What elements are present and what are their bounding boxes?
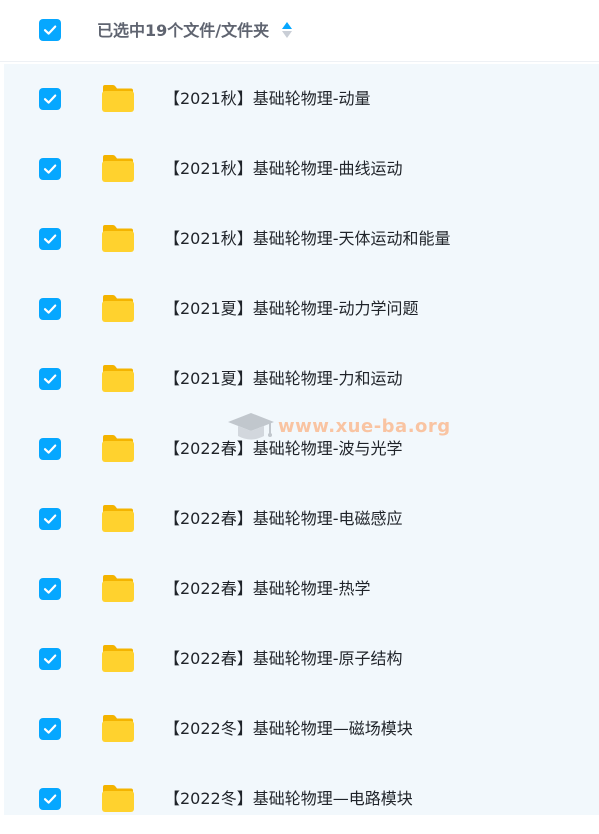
select-all-checkbox[interactable] xyxy=(39,19,61,41)
file-row[interactable]: 【2022春】基础轮物理-电磁感应 xyxy=(4,484,599,554)
file-checkbox[interactable] xyxy=(39,368,61,390)
file-checkbox[interactable] xyxy=(39,578,61,600)
file-row[interactable]: 【2021夏】基础轮物理-动力学问题 xyxy=(4,274,599,344)
folder-icon xyxy=(102,155,134,182)
file-checkbox[interactable] xyxy=(39,88,61,110)
file-row[interactable]: 【2022春】基础轮物理-原子结构 xyxy=(4,624,599,694)
graduation-cap-icon xyxy=(228,413,274,440)
checkmark-icon xyxy=(43,584,57,594)
file-row[interactable]: 【2021秋】基础轮物理-天体运动和能量 xyxy=(4,204,599,274)
checkmark-icon xyxy=(43,164,57,174)
file-name[interactable]: 【2022春】基础轮物理-原子结构 xyxy=(164,648,403,670)
file-row[interactable]: 【2021秋】基础轮物理-动量 xyxy=(4,64,599,134)
file-checkbox[interactable] xyxy=(39,158,61,180)
checkmark-icon xyxy=(43,25,57,35)
file-row[interactable]: 【2022春】基础轮物理-热学 xyxy=(4,554,599,624)
folder-icon xyxy=(102,365,134,392)
checkmark-icon xyxy=(43,234,57,244)
folder-icon xyxy=(102,225,134,252)
checkmark-icon xyxy=(43,514,57,524)
file-name[interactable]: 【2021秋】基础轮物理-曲线运动 xyxy=(164,158,403,180)
checkmark-icon xyxy=(43,724,57,734)
file-checkbox[interactable] xyxy=(39,718,61,740)
folder-icon xyxy=(102,575,134,602)
folder-icon xyxy=(102,645,134,672)
file-name[interactable]: 【2021秋】基础轮物理-天体运动和能量 xyxy=(164,228,451,250)
file-name[interactable]: 【2021夏】基础轮物理-动力学问题 xyxy=(164,298,419,320)
checkmark-icon xyxy=(43,304,57,314)
file-checkbox[interactable] xyxy=(39,788,61,810)
folder-icon xyxy=(102,435,134,462)
file-name[interactable]: 【2021夏】基础轮物理-力和运动 xyxy=(164,368,403,390)
file-name[interactable]: 【2022冬】基础轮物理—磁场模块 xyxy=(164,718,413,740)
file-checkbox[interactable] xyxy=(39,438,61,460)
file-row[interactable]: 【2021秋】基础轮物理-曲线运动 xyxy=(4,134,599,204)
checkmark-icon xyxy=(43,374,57,384)
checkmark-icon xyxy=(43,444,57,454)
checkmark-icon xyxy=(43,94,57,104)
file-name[interactable]: 【2022春】基础轮物理-热学 xyxy=(164,578,371,600)
file-name[interactable]: 【2022春】基础轮物理-电磁感应 xyxy=(164,508,403,530)
file-checkbox[interactable] xyxy=(39,508,61,530)
file-name[interactable]: 【2021秋】基础轮物理-动量 xyxy=(164,88,371,110)
folder-icon xyxy=(102,715,134,742)
file-list-header: 已选中19个文件/文件夹 xyxy=(0,0,599,62)
file-row[interactable]: 【2021夏】基础轮物理-力和运动 xyxy=(4,344,599,414)
selection-summary: 已选中19个文件/文件夹 xyxy=(97,21,270,40)
file-checkbox[interactable] xyxy=(39,648,61,670)
file-row[interactable]: 【2022冬】基础轮物理—磁场模块 xyxy=(4,694,599,764)
file-row[interactable]: 【2022冬】基础轮物理—电路模块 xyxy=(4,764,599,834)
watermark: www.xue-ba.org xyxy=(226,410,450,448)
file-name[interactable]: 【2022冬】基础轮物理—电路模块 xyxy=(164,788,413,810)
checkmark-icon xyxy=(43,654,57,664)
sort-icon[interactable] xyxy=(281,21,293,39)
folder-icon xyxy=(102,785,134,812)
checkmark-icon xyxy=(43,794,57,804)
folder-icon xyxy=(102,505,134,532)
folder-icon xyxy=(102,85,134,112)
file-checkbox[interactable] xyxy=(39,228,61,250)
folder-icon xyxy=(102,295,134,322)
file-checkbox[interactable] xyxy=(39,298,61,320)
watermark-text: www.xue-ba.org xyxy=(278,416,451,437)
